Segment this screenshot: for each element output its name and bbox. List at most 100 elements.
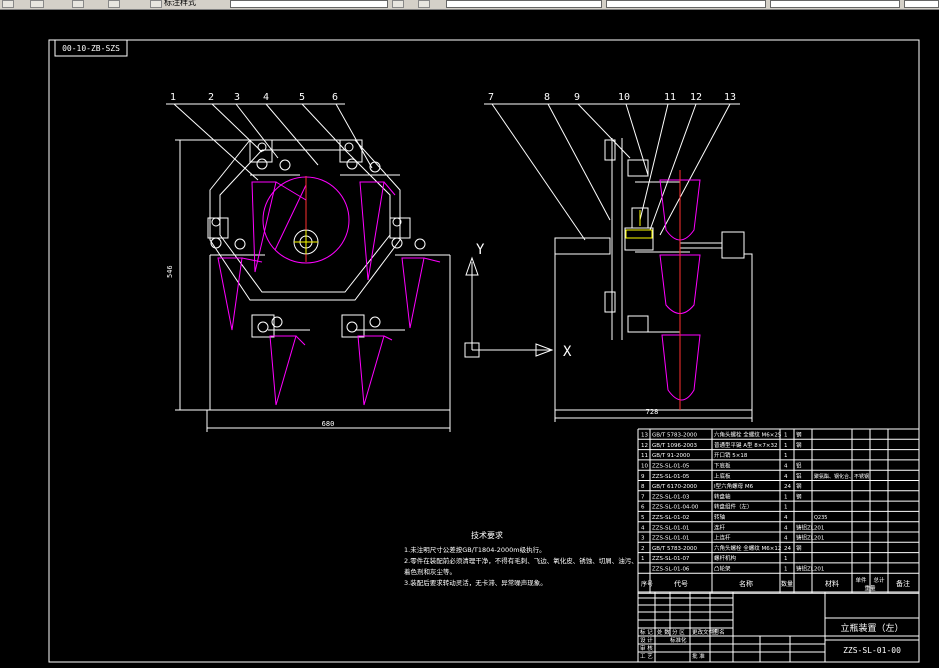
bom-row-name: 上底板 <box>714 472 731 480</box>
bom-row-name: 六角头螺栓 全螺纹 M6×25 <box>714 431 782 439</box>
cup-3 <box>217 257 243 331</box>
bom-row-qty: 4 <box>784 536 788 542</box>
cad-drawing-canvas[interactable]: 00-10-ZB-SZS 1 2 3 4 5 6 546 680 7 8 9 1… <box>0 0 939 668</box>
tech-line-4: 3.装配后要求转动灵活，无卡滞、异常噪声现象。 <box>404 578 547 587</box>
cup-2 <box>359 181 385 281</box>
bom-row-code: GB/T 1096-2003 <box>652 443 697 449</box>
bom-row-qty: 1 <box>784 433 788 439</box>
bom-row-qty: 1 <box>784 453 788 459</box>
bom-row-name: I型六角螺母 M6 <box>714 482 754 490</box>
bom-row-no: 6 <box>641 505 645 511</box>
bom-row-material: 钢 <box>796 544 802 552</box>
bom-row-name: 转轴 <box>714 513 726 521</box>
bom-row-code: ZZS-SL-01-03 <box>652 494 690 500</box>
bom-header-name: 名称 <box>739 579 753 588</box>
bom-row-name: 凸轮架 <box>714 565 731 573</box>
side-label-12: 12 <box>690 92 702 103</box>
front-label-6: 6 <box>332 92 338 103</box>
side-label-8: 8 <box>544 92 550 103</box>
front-label-1: 1 <box>170 92 176 103</box>
front-label-5: 5 <box>299 92 305 103</box>
bom-row-no: 4 <box>641 525 645 531</box>
cup-4 <box>401 257 425 329</box>
bom-row-material: 钢 <box>796 482 802 490</box>
bom-row-extra: Q235 <box>814 515 827 521</box>
tb-zone: 分 区 <box>672 628 685 636</box>
ucs-y-label: Y <box>476 242 485 258</box>
bom-row-code: GB/T 6170-2000 <box>652 484 697 490</box>
bom-row-no: 13 <box>641 433 648 439</box>
cam-blade <box>274 184 307 251</box>
bom-row-name: 普通型平键 A型 8×7×32 <box>714 441 777 449</box>
bom-row-material: 钢 <box>796 441 802 449</box>
bom-row-material: 铝 <box>796 472 802 480</box>
bom-row-code: ZZS-SL-01-06 <box>652 567 690 573</box>
bom-header-weight: 重量 <box>864 584 876 592</box>
tech-line-2: 2.零件在装配前必须清理干净，不得有毛刺、飞边、氧化皮、锈蚀、切屑、油污、 <box>404 556 638 565</box>
bom-row-name: 连杆 <box>714 523 726 531</box>
tech-requirements: 技术要求 1.未注明尺寸公差按GB/T1804-2000m级执行。 2.零件在装… <box>404 530 638 587</box>
front-view <box>175 139 451 432</box>
bom-row-no: 3 <box>641 536 645 542</box>
bom-row-name: 转盘轴 <box>714 492 731 500</box>
bom-row-no: 7 <box>641 494 645 500</box>
bom-row-code: GB/T 91-2000 <box>652 453 690 459</box>
bom-row-name: 开口销 5×18 <box>714 451 748 459</box>
bom-row-code: ZZS-SL-01-07 <box>652 556 690 562</box>
hex-frame-inner <box>219 149 391 293</box>
front-label-3: 3 <box>234 92 240 103</box>
tb-standard: 标准化 <box>670 636 687 644</box>
bom-header-no: 序号 <box>641 580 653 588</box>
bom-row-no: 12 <box>641 443 648 449</box>
drawing-title: 立瓶装置（左） <box>840 622 903 634</box>
side-view <box>554 138 753 422</box>
bom-row-code: ZZS-SL-01-05 <box>652 464 690 470</box>
tb-sign: 签 名 <box>712 628 725 636</box>
bom-row-qty: 24 <box>784 546 791 552</box>
bom-row-code: ZZS-SL-01-01 <box>652 525 689 531</box>
side-label-11: 11 <box>664 92 676 103</box>
side-shaft <box>554 237 611 255</box>
tb-design: 设 计 <box>640 636 653 644</box>
bom-header-total: 总计 <box>873 576 885 584</box>
bom-row-no: 1 <box>641 556 645 562</box>
tb-approve: 批 准 <box>692 652 705 660</box>
bom-row-qty: 1 <box>784 567 788 573</box>
ucs-icon <box>464 256 554 358</box>
side-label-13: 13 <box>724 92 736 103</box>
cup-6 <box>357 335 385 406</box>
front-label-4: 4 <box>263 92 269 103</box>
bom-row-extra: 聚氨酯、钢化合、不锈钢 <box>814 473 869 480</box>
bom-row-code: ZZS-SL-01-01 <box>652 536 689 542</box>
cup-5 <box>269 335 297 406</box>
bom-row-code: ZZS-SL-01-04-00 <box>652 505 699 511</box>
bom-row-material: 铸铝ZL201 <box>796 565 824 573</box>
bom-header-qty: 数量 <box>781 580 793 588</box>
bom-row-name: 上连杆 <box>714 534 731 542</box>
bom-row-qty: 1 <box>784 505 788 511</box>
dim-height-text: 546 <box>166 265 174 278</box>
dim-width-side-text: 728 <box>646 408 659 416</box>
bom-row-code: GB/T 5783-2000 <box>652 433 697 439</box>
bom-row-no: 2 <box>641 546 645 552</box>
bom-row-name: 转盘组件（左） <box>714 503 753 511</box>
ucs-x-label: X <box>563 344 572 360</box>
side-label-9: 9 <box>574 92 580 103</box>
bom-row-qty: 1 <box>784 443 788 449</box>
side-end-cap <box>721 231 745 259</box>
bom-row-name: 下底板 <box>714 462 731 470</box>
bom-header-code: 代号 <box>674 579 688 588</box>
bom-row-material: 钢 <box>796 492 802 500</box>
side-label-10: 10 <box>618 92 630 103</box>
tb-process: 工 艺 <box>640 653 653 660</box>
tb-mark: 标 记 <box>640 628 653 636</box>
front-label-2: 2 <box>208 92 214 103</box>
stamp-code: 00-10-ZB-SZS <box>62 44 120 53</box>
bom-row-material: 铝 <box>796 462 802 470</box>
bom-row-code: ZZS-SL-01-02 <box>652 515 689 521</box>
tech-line-3: 着色剂和灰尘等。 <box>404 567 456 576</box>
side-view-parts <box>659 170 701 410</box>
bom-row-code: GB/T 5783-2000 <box>652 546 697 552</box>
bom-row-no: 5 <box>641 515 645 521</box>
bom-row-material: 铸铝ZL201 <box>796 534 824 542</box>
